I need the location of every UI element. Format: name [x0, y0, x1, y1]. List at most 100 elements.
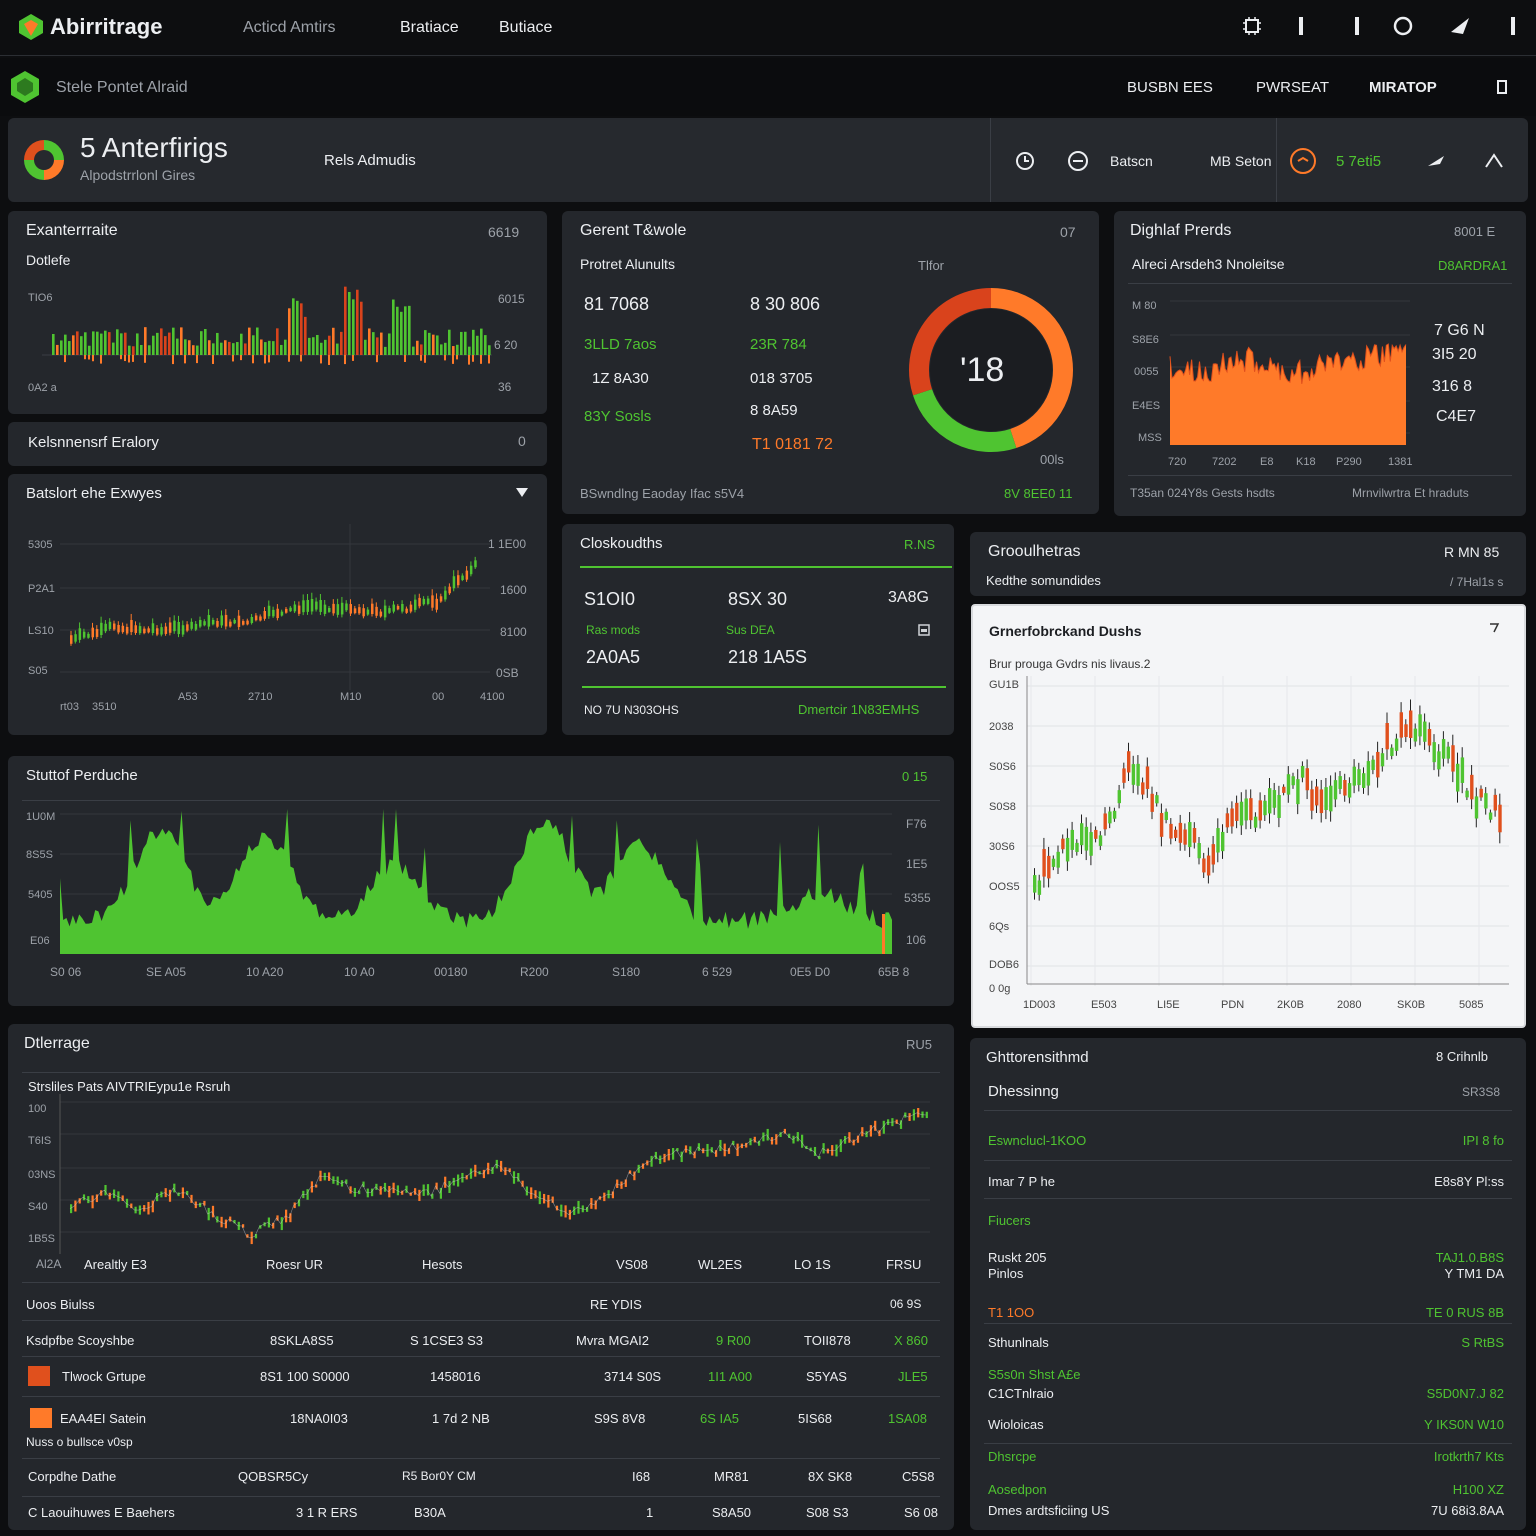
close-icon[interactable] [1288, 146, 1318, 176]
trend-row-label: Dhsrcpe [988, 1449, 1037, 1464]
logo-icon[interactable] [16, 12, 46, 42]
trend-panel: Ghttorensithmd 8 Crihnlb Dhessinng SR3S8… [970, 1038, 1526, 1530]
digital-sub-right: D8ARDRA1 [1438, 258, 1508, 273]
digital-x-4: P290 [1336, 456, 1362, 468]
candle-body [1470, 774, 1474, 800]
trend-row-value: H100 XZ [1452, 1482, 1504, 1497]
volume-bar [56, 344, 59, 355]
refresh-icon[interactable] [1012, 148, 1038, 174]
volume-bar-down [124, 355, 126, 362]
volume-bar-down [376, 355, 378, 363]
cloud-divider-2 [582, 686, 946, 688]
table-row[interactable]: Tlwock Grtupe 8S1 100 S0000 1458016 3714… [22, 1362, 940, 1392]
window-icon[interactable] [1494, 78, 1510, 96]
trend-row-label: Fiucers [988, 1213, 1031, 1228]
up-icon[interactable] [1482, 150, 1506, 172]
spot-panel: Stuttof Perduche 0 15 1U0M 8S5S 5405 E06… [8, 756, 954, 1006]
candles-y-2: S0S6 [989, 761, 1016, 773]
candle-body [186, 624, 189, 631]
candle-body [1437, 751, 1441, 770]
trade-col2-4: T1 0181 72 [752, 436, 833, 453]
nav-item-butiace[interactable]: Butiace [499, 20, 552, 36]
volume-bar [64, 334, 67, 355]
trend-row-value: 7U 68i3.8AA [1431, 1503, 1504, 1518]
table-row[interactable]: C Laouihuwes E Baehers 3 1 R ERS B30A 1 … [22, 1500, 940, 1526]
candle-body [1380, 753, 1385, 767]
dropdown-icon[interactable] [514, 486, 530, 500]
spot-y-left-0: 1U0M [26, 811, 56, 823]
volume-bar-down [128, 355, 130, 363]
candles-x-5: 2080 [1337, 999, 1362, 1011]
volume-bar [244, 343, 247, 355]
exchange-y-right-2: 36 [498, 380, 512, 394]
subbar-link-pwrseat[interactable]: PWRSEAT [1256, 80, 1329, 95]
candle-body [1070, 829, 1074, 850]
volume-bar [116, 329, 119, 355]
volume-bar [136, 333, 139, 355]
brand-name[interactable]: Abirritrage [50, 16, 162, 38]
volume-bar-down [120, 355, 122, 360]
volume-bar [80, 336, 83, 355]
candle-body [1136, 763, 1140, 786]
table-row[interactable]: Corpdhe Dathe QOBSR5Cy R5 Bor0Y CM I68 M… [22, 1462, 940, 1492]
spot-y-left-3: E06 [30, 935, 50, 947]
pipe-icon[interactable] [1348, 14, 1366, 38]
candles-x-6: SK0B [1397, 999, 1426, 1011]
volume-bar [60, 340, 63, 355]
nav-item-acticd[interactable]: Acticd Amtirs [243, 20, 335, 36]
menu-dot-icon[interactable] [1292, 14, 1310, 38]
candle-body [1230, 808, 1234, 827]
subbar-link-busbn[interactable]: BUSBN EES [1127, 80, 1213, 95]
keyboard-panel[interactable]: Kelsnnensrf Eralory 0 [8, 422, 547, 466]
volume-bar [112, 342, 115, 355]
exchange-panel: Exanterrraite 6619 Dotlefe TIO6 0A2 a 60… [8, 211, 547, 414]
candle-body [1404, 724, 1408, 738]
volume-bar-down [452, 355, 454, 364]
edit-icon[interactable] [916, 622, 932, 638]
exchanges-y-right-0: 1 1E00 [488, 537, 527, 551]
cloud-tag: R.NS [904, 537, 936, 552]
candle-body [1427, 729, 1432, 746]
header-tool-mbseton[interactable]: MB Seton [1210, 154, 1271, 168]
nav-item-bratiace[interactable]: Bratiace [400, 20, 459, 36]
marker [882, 914, 885, 954]
exchange2-y-0: 100 [28, 1103, 47, 1115]
kebab-icon[interactable] [1504, 14, 1522, 38]
circle-icon[interactable] [1391, 14, 1415, 38]
volume-bar [300, 303, 303, 355]
volume-bar-down [88, 355, 90, 360]
candle-body [353, 608, 357, 614]
volume-bar [452, 346, 455, 355]
candle-body [1141, 782, 1145, 795]
volume-bar [268, 340, 271, 355]
subbar-link-miratop[interactable]: MIRATOP [1369, 80, 1437, 95]
volume-bar [460, 331, 463, 355]
trade-right-label: Tlfor [918, 258, 944, 273]
candle-body [1056, 851, 1060, 868]
header-tool-batscn[interactable]: Batscn [1110, 154, 1153, 168]
trend-row-label: Sthunlnals [988, 1335, 1049, 1350]
row-note: Nuss o bullsce v0sp [26, 1435, 133, 1449]
trend-row-label: T1 1OO [988, 1305, 1035, 1320]
gauge-label: 00ls [1040, 452, 1064, 467]
table-cell: 3714 S0S [604, 1369, 662, 1384]
candle-body [1347, 783, 1352, 798]
exchange2-chart [59, 1094, 930, 1254]
candle-body [259, 616, 262, 621]
trend-row-value: IPI 8 fo [1462, 1133, 1504, 1148]
send-icon[interactable] [1447, 14, 1473, 38]
arrow-icon[interactable] [1424, 150, 1448, 172]
volume-bar [188, 340, 191, 355]
table-row[interactable]: Ksdpfbe Scoyshbe 8SKLA8S5 S 1CSE3 S3 Mvr… [22, 1326, 940, 1356]
cloud-row1-2: 3A8G [888, 589, 929, 606]
expand-icon[interactable] [1485, 620, 1503, 636]
trade-col2-1: 23R 784 [750, 336, 807, 353]
table-row[interactable]: EAA4EI Satein 18NA0I03 1 7d 2 NB S9S 8V8… [22, 1404, 940, 1458]
clock-icon[interactable] [1065, 148, 1091, 174]
row-line [22, 1396, 940, 1397]
chip-icon[interactable] [1240, 14, 1264, 38]
volume-bar [120, 333, 123, 355]
row-line [22, 1356, 940, 1357]
exchanges-y-right-2: 8100 [500, 625, 527, 639]
candles-panel: Grnerfobrckand Dushs Brur prouga Gvdrs n… [971, 604, 1526, 1028]
